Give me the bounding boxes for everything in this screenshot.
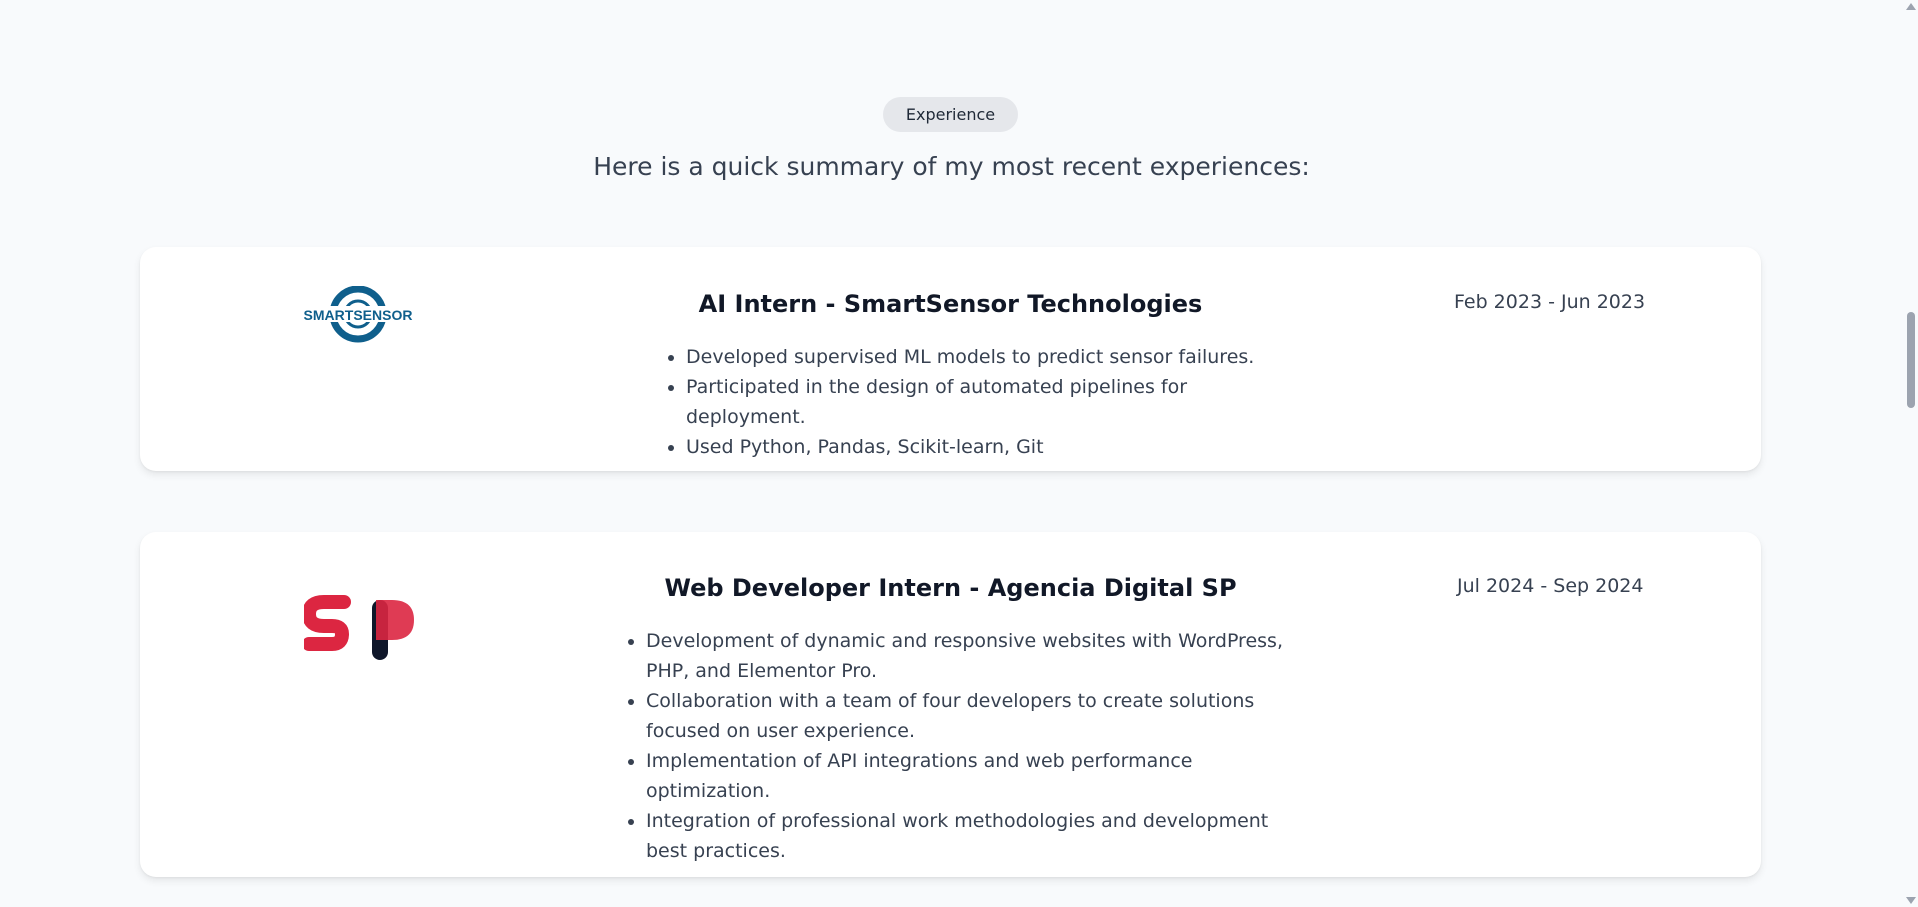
bullet-item: Integration of professional work methodo… <box>646 806 1291 866</box>
bullet-item: Development of dynamic and responsive we… <box>646 626 1291 686</box>
bullet-item: Collaboration with a team of four develo… <box>646 686 1291 746</box>
experience-bullets: Developed supervised ML models to predic… <box>658 342 1306 462</box>
scroll-thumb[interactable] <box>1907 312 1915 408</box>
scroll-down-arrow-icon[interactable] <box>1906 897 1916 904</box>
experience-dates: Feb 2023 - Jun 2023 <box>1454 291 1646 313</box>
sp-logo: SP <box>304 595 414 660</box>
experience-card: SP Web Developer Intern - Agencia Digita… <box>140 532 1761 877</box>
experience-bullets: Development of dynamic and responsive we… <box>618 626 1291 866</box>
bullet-item: Developed supervised ML models to predic… <box>686 342 1306 372</box>
section-intro: Here is a quick summary of my most recen… <box>593 152 1310 181</box>
bullet-item: Used Python, Pandas, Scikit-learn, Git <box>686 432 1306 462</box>
vertical-scrollbar[interactable] <box>1903 0 1918 907</box>
bullet-item: Implementation of API integrations and w… <box>646 746 1291 806</box>
bullet-item: Participated in the design of automated … <box>686 372 1306 432</box>
section-badge: Experience <box>883 97 1018 132</box>
scroll-up-arrow-icon[interactable] <box>1906 3 1916 10</box>
experience-dates: Jul 2024 - Sep 2024 <box>1457 575 1644 597</box>
experience-card: SMARTSENSOR AI Intern - SmartSensor Tech… <box>140 247 1761 471</box>
